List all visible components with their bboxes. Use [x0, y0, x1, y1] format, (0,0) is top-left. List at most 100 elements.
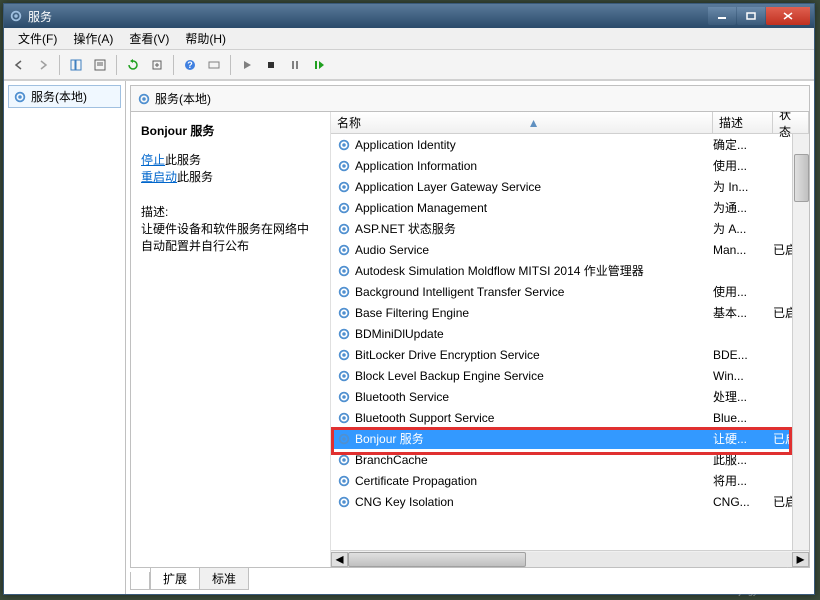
properties-button[interactable] — [89, 54, 111, 76]
service-desc: CNG... — [713, 495, 773, 509]
service-row[interactable]: ASP.NET 状态服务为 A... — [331, 218, 809, 239]
menu-help[interactable]: 帮助(H) — [177, 28, 234, 49]
service-row[interactable]: Certificate Propagation将用... — [331, 470, 809, 491]
service-row[interactable]: Autodesk Simulation Moldflow MITSI 2014 … — [331, 260, 809, 281]
right-panel: 服务(本地) Bonjour 服务 停止此服务 重启动此服务 描述: 让硬件设备… — [126, 81, 814, 594]
tree-root-item[interactable]: 服务(本地) — [8, 85, 121, 108]
show-hide-tree-button[interactable] — [65, 54, 87, 76]
titlebar[interactable]: 服务 — [4, 4, 814, 28]
service-desc: 确定... — [713, 136, 773, 153]
service-desc: 此服... — [713, 451, 773, 468]
service-name: BitLocker Drive Encryption Service — [355, 348, 713, 362]
service-name: Bluetooth Support Service — [355, 411, 713, 425]
toolbar-button[interactable] — [203, 54, 225, 76]
service-row[interactable]: Application Layer Gateway Service为 In... — [331, 176, 809, 197]
stop-link[interactable]: 停止 — [141, 153, 165, 167]
panel-header: 服务(本地) — [130, 85, 810, 111]
service-name: BDMiniDlUpdate — [355, 327, 713, 341]
maximize-button[interactable] — [737, 7, 765, 25]
tree-root-label: 服务(本地) — [31, 88, 87, 105]
column-name-label: 名称 — [337, 114, 361, 131]
window-title: 服务 — [28, 8, 707, 25]
hscroll-thumb[interactable] — [348, 552, 526, 567]
column-status[interactable]: 状态 — [773, 112, 809, 133]
service-name: Application Information — [355, 159, 713, 173]
service-name: Application Layer Gateway Service — [355, 180, 713, 194]
svg-text:?: ? — [187, 60, 193, 70]
menu-file[interactable]: 文件(F) — [10, 28, 65, 49]
detail-restart-line: 重启动此服务 — [141, 168, 320, 185]
list-body[interactable]: Application Identity确定...Application Inf… — [331, 134, 809, 550]
service-row[interactable]: Bonjour 服务让硬...已启 — [331, 428, 809, 449]
toolbar-separator — [116, 55, 117, 75]
tab-spacer — [130, 572, 150, 590]
tab-extended[interactable]: 扩展 — [150, 568, 200, 590]
column-desc[interactable]: 描述 — [713, 112, 773, 133]
vertical-scrollbar[interactable] — [792, 134, 809, 550]
service-row[interactable]: Base Filtering Engine基本...已启 — [331, 302, 809, 323]
panel-body: Bonjour 服务 停止此服务 重启动此服务 描述: 让硬件设备和软件服务在网… — [130, 111, 810, 568]
service-name: Base Filtering Engine — [355, 306, 713, 320]
menu-action[interactable]: 操作(A) — [65, 28, 121, 49]
service-row[interactable]: BitLocker Drive Encryption ServiceBDE... — [331, 344, 809, 365]
service-row[interactable]: CNG Key IsolationCNG...已启 — [331, 491, 809, 512]
column-desc-label: 描述 — [719, 114, 743, 131]
service-row[interactable]: Bluetooth Service处理... — [331, 386, 809, 407]
start-button[interactable] — [236, 54, 258, 76]
forward-button[interactable] — [32, 54, 54, 76]
toolbar-separator — [230, 55, 231, 75]
horizontal-scrollbar[interactable]: ◂ ▸ — [331, 550, 809, 567]
service-row[interactable]: BDMiniDlUpdate — [331, 323, 809, 344]
back-button[interactable] — [8, 54, 30, 76]
service-name: Block Level Backup Engine Service — [355, 369, 713, 383]
hscroll-left[interactable]: ◂ — [331, 552, 348, 567]
service-row[interactable]: Application Information使用... — [331, 155, 809, 176]
service-desc: 为 A... — [713, 220, 773, 237]
service-name: Certificate Propagation — [355, 474, 713, 488]
close-button[interactable] — [766, 7, 810, 25]
service-row[interactable]: Block Level Backup Engine ServiceWin... — [331, 365, 809, 386]
service-row[interactable]: Application Identity确定... — [331, 134, 809, 155]
detail-service-name: Bonjour 服务 — [141, 122, 320, 139]
restart-button[interactable] — [308, 54, 330, 76]
service-desc: BDE... — [713, 348, 773, 362]
minimize-button[interactable] — [708, 7, 736, 25]
service-desc: 使用... — [713, 283, 773, 300]
service-row[interactable]: Audio ServiceMan...已启 — [331, 239, 809, 260]
service-row[interactable]: Application Management为通... — [331, 197, 809, 218]
service-desc: 为 In... — [713, 178, 773, 195]
service-name: Application Identity — [355, 138, 713, 152]
column-name[interactable]: 名称 ▲ — [331, 112, 713, 133]
service-row[interactable]: BranchCache此服... — [331, 449, 809, 470]
vscroll-thumb[interactable] — [794, 154, 809, 202]
app-icon — [8, 8, 24, 24]
stop-button[interactable] — [260, 54, 282, 76]
service-name: Application Management — [355, 201, 713, 215]
detail-pane: Bonjour 服务 停止此服务 重启动此服务 描述: 让硬件设备和软件服务在网… — [131, 112, 331, 567]
help-button[interactable]: ? — [179, 54, 201, 76]
hscroll-track[interactable] — [348, 552, 792, 567]
toolbar-separator — [59, 55, 60, 75]
services-list: 名称 ▲ 描述 状态 Application Identity确定...Appl… — [331, 112, 809, 567]
export-button[interactable] — [146, 54, 168, 76]
pause-button[interactable] — [284, 54, 306, 76]
menu-view[interactable]: 查看(V) — [121, 28, 177, 49]
toolbar: ? — [4, 50, 814, 80]
service-row[interactable]: Background Intelligent Transfer Service使… — [331, 281, 809, 302]
window-controls — [707, 7, 810, 25]
service-row[interactable]: Bluetooth Support ServiceBlue... — [331, 407, 809, 428]
service-desc: 将用... — [713, 472, 773, 489]
restart-link[interactable]: 重启动 — [141, 170, 177, 184]
panel-header-title: 服务(本地) — [155, 90, 211, 107]
tab-standard[interactable]: 标准 — [199, 568, 249, 590]
detail-desc-label: 描述: — [141, 203, 320, 220]
service-name: Autodesk Simulation Moldflow MITSI 2014 … — [355, 262, 713, 279]
service-desc: 处理... — [713, 388, 773, 405]
detail-stop-line: 停止此服务 — [141, 151, 320, 168]
refresh-button[interactable] — [122, 54, 144, 76]
service-desc: Win... — [713, 369, 773, 383]
list-header: 名称 ▲ 描述 状态 — [331, 112, 809, 134]
hscroll-right[interactable]: ▸ — [792, 552, 809, 567]
stop-suffix: 此服务 — [165, 153, 201, 167]
service-name: BranchCache — [355, 453, 713, 467]
